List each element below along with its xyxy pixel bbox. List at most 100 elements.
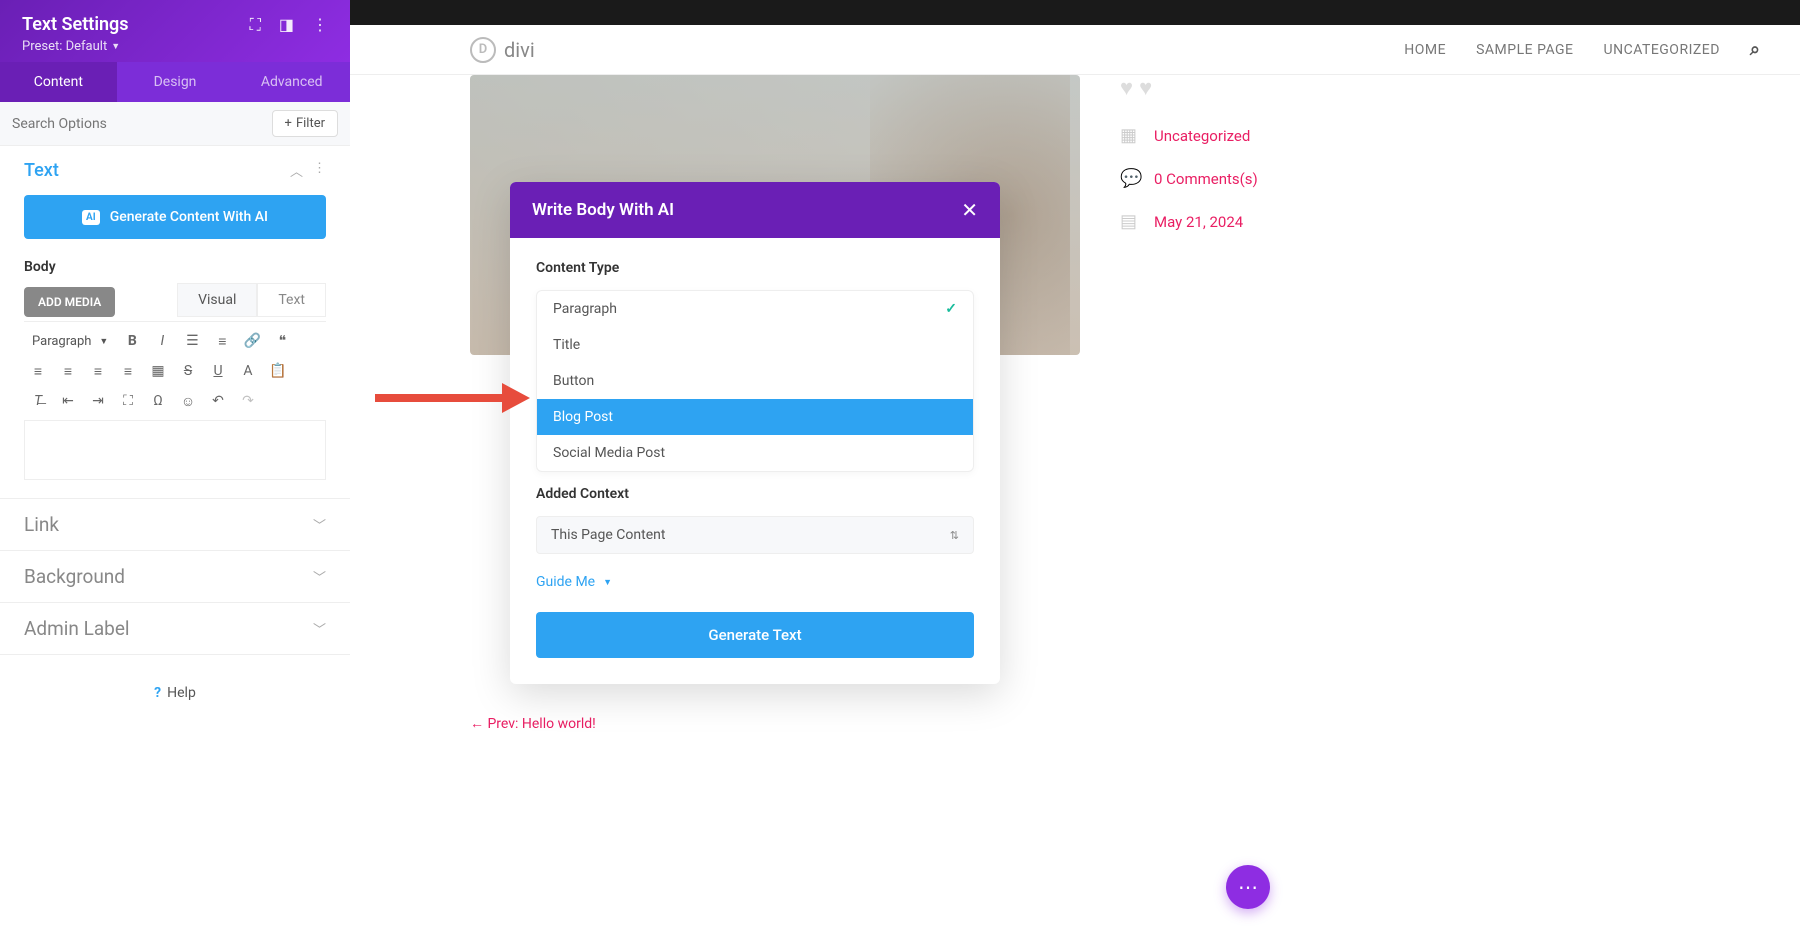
link-icon[interactable]: 🔗 (238, 328, 266, 354)
emoji-icon[interactable]: ☺ (174, 388, 202, 414)
ai-badge-icon: AI (82, 210, 100, 225)
more-icon[interactable]: ⋮ (312, 15, 328, 35)
type-button-label: Button (553, 373, 594, 389)
type-button[interactable]: Button (537, 363, 973, 399)
bold-icon[interactable]: B (118, 328, 146, 354)
chevron-down-icon: ﹀ (313, 515, 326, 534)
section-link: Link ﹀ (0, 499, 350, 551)
tab-design[interactable]: Design (117, 62, 234, 102)
filter-button[interactable]: + Filter (272, 110, 338, 137)
indent-icon[interactable]: ⇥ (84, 388, 112, 414)
more-icon[interactable]: ⋮ (313, 161, 326, 180)
content-type-label: Content Type (536, 260, 974, 276)
tab-advanced[interactable]: Advanced (233, 62, 350, 102)
search-input[interactable] (12, 116, 272, 132)
align-right-icon[interactable]: ≡ (84, 358, 112, 384)
paste-icon[interactable]: 📋 (264, 358, 292, 384)
table-icon[interactable]: ▦ (144, 358, 172, 384)
bullet-list-icon[interactable]: ☰ (178, 328, 206, 354)
close-icon[interactable]: ✕ (961, 198, 978, 222)
outdent-icon[interactable]: ⇤ (54, 388, 82, 414)
search-row: + Filter (0, 102, 350, 146)
editor-body[interactable] (24, 420, 326, 480)
section-background-title: Background (24, 565, 125, 588)
type-blog-post[interactable]: Blog Post (537, 399, 973, 435)
type-paragraph-label: Paragraph (553, 301, 617, 317)
grid-icon: ▦ (1120, 125, 1140, 146)
generate-text-button[interactable]: Generate Text (536, 612, 974, 658)
underline-icon[interactable]: U (204, 358, 232, 384)
meta-comments[interactable]: 💬 0 Comments(s) (1120, 168, 1360, 189)
align-justify-icon[interactable]: ≡ (114, 358, 142, 384)
preset-label: Preset: Default (22, 39, 107, 54)
settings-sidebar: Text Settings ⛶ ◨ ⋮ Preset: Default ▼ Co… (0, 0, 350, 949)
filter-label: Filter (296, 116, 325, 131)
text-color-icon[interactable]: A (234, 358, 262, 384)
context-select[interactable]: This Page Content ⇅ (536, 516, 974, 554)
align-center-icon[interactable]: ≡ (54, 358, 82, 384)
heart-icon: ♥ (1120, 75, 1133, 101)
check-icon: ✓ (945, 301, 957, 317)
number-list-icon[interactable]: ≡ (208, 328, 236, 354)
meta-category[interactable]: ▦ Uncategorized (1120, 125, 1360, 146)
meta-category-label: Uncategorized (1154, 127, 1250, 145)
page-header: D divi HOME SAMPLE PAGE UNCATEGORIZED ⌕ (350, 25, 1800, 75)
section-background-header[interactable]: Background ﹀ (0, 551, 350, 602)
type-paragraph[interactable]: Paragraph ✓ (537, 291, 973, 327)
chevron-up-icon[interactable]: ︿ (290, 161, 303, 180)
tab-content[interactable]: Content (0, 62, 117, 102)
caret-down-icon: ▼ (111, 41, 120, 52)
italic-icon[interactable]: I (148, 328, 176, 354)
added-context-label: Added Context (536, 486, 974, 502)
preset-selector[interactable]: Preset: Default ▼ (22, 39, 328, 54)
nav-sample[interactable]: SAMPLE PAGE (1476, 42, 1573, 58)
type-social-label: Social Media Post (553, 445, 665, 461)
fullscreen-icon[interactable]: ⛶ (114, 388, 142, 414)
guide-me-link[interactable]: Guide Me ▼ (536, 574, 974, 590)
editor-tab-visual[interactable]: Visual (177, 283, 257, 317)
fab-button[interactable]: ⋯ (1226, 865, 1270, 909)
section-admin-title: Admin Label (24, 617, 130, 640)
logo-icon: D (470, 37, 496, 63)
type-social[interactable]: Social Media Post (537, 435, 973, 471)
guide-me-label: Guide Me (536, 574, 595, 590)
help-label: Help (167, 685, 196, 701)
modal-header: Write Body With AI ✕ (510, 182, 1000, 238)
site-logo[interactable]: D divi (470, 37, 535, 63)
type-title[interactable]: Title (537, 327, 973, 363)
section-link-header[interactable]: Link ﹀ (0, 499, 350, 550)
undo-icon[interactable]: ↶ (204, 388, 232, 414)
nav-uncategorized[interactable]: UNCATEGORIZED (1604, 42, 1720, 58)
select-arrows-icon: ⇅ (950, 529, 959, 542)
format-select[interactable]: Paragraph ▼ (24, 328, 116, 354)
chevron-down-icon: ﹀ (313, 567, 326, 586)
meta-comments-label: 0 Comments(s) (1154, 170, 1258, 188)
strikethrough-icon[interactable]: S (174, 358, 202, 384)
section-text-header[interactable]: Text ︿ ⋮ (0, 146, 350, 195)
caret-down-icon: ▼ (99, 336, 108, 347)
settings-tabs: Content Design Advanced (0, 62, 350, 102)
logo-text: divi (504, 38, 535, 62)
type-blog-post-label: Blog Post (553, 409, 613, 425)
redo-icon[interactable]: ↷ (234, 388, 262, 414)
panel-icon[interactable]: ◨ (279, 15, 294, 35)
generate-ai-button[interactable]: AI Generate Content With AI (24, 195, 326, 239)
clear-format-icon[interactable]: T̶ (24, 388, 52, 414)
editor-tab-text[interactable]: Text (257, 283, 326, 317)
section-admin-header[interactable]: Admin Label ﹀ (0, 603, 350, 654)
calendar-icon: ▤ (1120, 211, 1140, 232)
comment-icon: 💬 (1120, 168, 1140, 189)
nav-home[interactable]: HOME (1404, 42, 1446, 58)
add-media-button[interactable]: ADD MEDIA (24, 287, 115, 317)
expand-icon[interactable]: ⛶ (250, 15, 261, 35)
align-left-icon[interactable]: ≡ (24, 358, 52, 384)
body-label: Body (24, 259, 326, 275)
like-hearts[interactable]: ♥ ♥ (1120, 75, 1360, 101)
omega-icon[interactable]: Ω (144, 388, 172, 414)
help-icon: ? (154, 685, 161, 701)
prev-post-link[interactable]: ← Prev: Hello world! (470, 685, 1080, 762)
search-icon[interactable]: ⌕ (1750, 39, 1760, 60)
help-link[interactable]: ? Help (0, 655, 350, 731)
format-select-label: Paragraph (32, 334, 91, 349)
quote-icon[interactable]: ❝ (268, 328, 296, 354)
